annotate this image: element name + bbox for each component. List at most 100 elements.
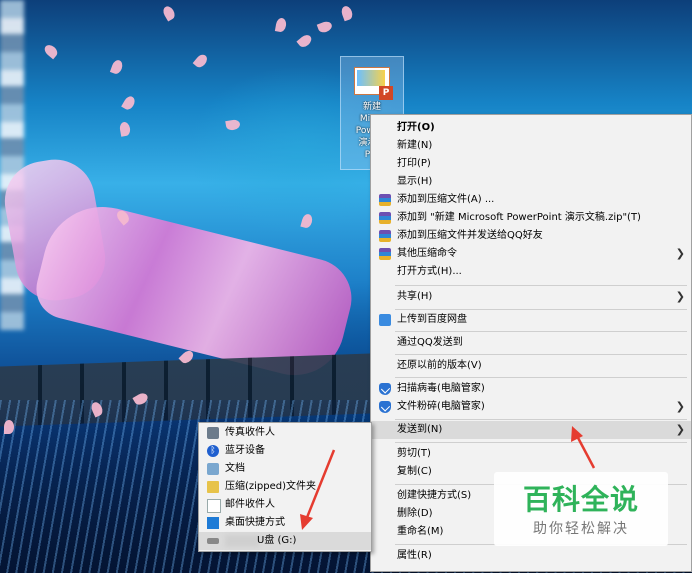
- menu-item-send-to[interactable]: 发送到(N) ❯: [371, 421, 691, 439]
- menu-item-label: 打开(O): [397, 122, 435, 133]
- petal-decoration: [316, 19, 334, 35]
- submenu-item-documents[interactable]: 文档: [199, 460, 371, 478]
- pc-manager-shield-icon: [379, 383, 391, 395]
- documents-icon: [207, 463, 219, 475]
- menu-item-label: 剪切(T): [397, 448, 431, 459]
- menu-item-restore-versions[interactable]: 还原以前的版本(V): [371, 357, 691, 375]
- submenu-item-desktop-shortcut[interactable]: 桌面快捷方式: [199, 514, 371, 532]
- menu-item-label: 扫描病毒(电脑管家): [397, 383, 485, 394]
- winrar-icon: [379, 194, 391, 206]
- powerpoint-file-icon: P: [354, 67, 393, 100]
- menu-item-add-to-archive[interactable]: 添加到压缩文件(A) ...: [371, 191, 691, 209]
- menu-item-scan-virus[interactable]: 扫描病毒(电脑管家): [371, 380, 691, 398]
- menu-item-label: 新建(N): [397, 140, 433, 151]
- red-arrow-annotation: [571, 426, 596, 469]
- petal-decoration: [192, 52, 210, 70]
- menu-item-open[interactable]: 打开(O): [371, 119, 691, 137]
- menu-item-label: 添加到压缩文件并发送给QQ好友: [397, 230, 543, 241]
- menu-item-other-compress[interactable]: 其他压缩命令 ❯: [371, 245, 691, 263]
- menu-item-label: 上传到百度网盘: [397, 314, 467, 325]
- chevron-right-icon: ❯: [675, 423, 685, 436]
- menu-separator: [395, 331, 687, 332]
- red-arrow-annotation: [300, 449, 336, 530]
- menu-item-label: 添加到压缩文件(A) ...: [397, 194, 495, 205]
- menu-item-share[interactable]: 共享(H) ❯: [371, 288, 691, 306]
- submenu-item-label: 桌面快捷方式: [225, 517, 285, 528]
- menu-separator: [395, 377, 687, 378]
- menu-item-file-shred[interactable]: 文件粉碎(电脑管家) ❯: [371, 398, 691, 416]
- menu-separator: [395, 285, 687, 286]
- menu-item-label: 复制(C): [397, 466, 432, 477]
- petal-decoration: [4, 420, 14, 434]
- menu-item-archive-send-qq[interactable]: 添加到压缩文件并发送给QQ好友: [371, 227, 691, 245]
- desktop-icon: [207, 517, 219, 529]
- menu-item-label: 添加到 "新建 Microsoft PowerPoint 演示文稿.zip"(T…: [397, 212, 641, 223]
- submenu-item-label: 邮件收件人: [225, 499, 275, 510]
- menu-item-label: 重命名(M): [397, 526, 444, 537]
- pc-manager-shield-icon: [379, 401, 391, 413]
- submenu-item-label: U盘 (G:): [257, 535, 297, 546]
- menu-separator: [395, 442, 687, 443]
- menu-item-label: 打印(P): [397, 158, 431, 169]
- petal-decoration: [274, 17, 288, 33]
- watermark-title: 百科全说: [522, 483, 639, 516]
- petal-decoration: [109, 58, 125, 76]
- menu-item-print[interactable]: 打印(P): [371, 155, 691, 173]
- petal-decoration: [118, 121, 132, 137]
- bluetooth-icon: ᛒ: [207, 445, 219, 457]
- submenu-item-label: 文档: [225, 463, 245, 474]
- menu-separator: [395, 419, 687, 420]
- menu-item-open-with[interactable]: 打开方式(H)...: [371, 263, 691, 281]
- menu-item-cut[interactable]: 剪切(T): [371, 445, 691, 463]
- petal-decoration: [296, 32, 314, 50]
- fax-icon: [207, 427, 219, 439]
- winrar-icon: [379, 230, 391, 242]
- menu-item-label: 共享(H): [397, 291, 433, 302]
- baidu-cloud-icon: [379, 314, 391, 326]
- menu-item-label: 显示(H): [397, 176, 433, 187]
- submenu-item-zip-folder[interactable]: 压缩(zipped)文件夹: [199, 478, 371, 496]
- submenu-item-mail[interactable]: 邮件收件人: [199, 496, 371, 514]
- menu-item-label: 删除(D): [397, 508, 433, 519]
- menu-item-new[interactable]: 新建(N): [371, 137, 691, 155]
- menu-item-label: 创建快捷方式(S): [397, 490, 472, 501]
- submenu-item-bluetooth[interactable]: ᛒ 蓝牙设备: [199, 442, 371, 460]
- menu-item-label: 其他压缩命令: [397, 248, 457, 259]
- petal-decoration: [339, 4, 355, 22]
- slide-thumbnail: [357, 70, 385, 86]
- mail-icon: [207, 499, 221, 513]
- menu-item-upload-baidu[interactable]: 上传到百度网盘: [371, 311, 691, 329]
- petal-decoration: [42, 42, 60, 60]
- winrar-icon: [379, 248, 391, 260]
- powerpoint-badge-icon: P: [379, 86, 393, 100]
- zip-folder-icon: [207, 481, 219, 493]
- usb-drive-icon: [207, 538, 219, 544]
- winrar-icon: [379, 212, 391, 224]
- blurred-drive-name: [225, 535, 259, 547]
- watermark-subtitle: 助你轻松解决: [533, 521, 629, 537]
- menu-item-add-to-zip[interactable]: 添加到 "新建 Microsoft PowerPoint 演示文稿.zip"(T…: [371, 209, 691, 227]
- menu-item-properties[interactable]: 属性(R): [371, 547, 691, 565]
- petal-decoration: [300, 212, 314, 230]
- watermark: 百科全说 助你轻松解决: [494, 472, 668, 546]
- submenu-item-label: 传真收件人: [225, 427, 275, 438]
- submenu-item-usb-drive[interactable]: U盘 (G:): [199, 532, 371, 550]
- menu-item-label: 文件粉碎(电脑管家): [397, 401, 485, 412]
- submenu-item-fax[interactable]: 传真收件人: [199, 424, 371, 442]
- send-to-submenu: 传真收件人 ᛒ 蓝牙设备 文档 压缩(zipped)文件夹 邮件收件人 桌面快捷方…: [198, 422, 372, 552]
- petal-decoration: [161, 4, 177, 22]
- menu-separator: [395, 354, 687, 355]
- menu-item-label: 打开方式(H)...: [397, 266, 462, 277]
- menu-item-send-via-qq[interactable]: 通过QQ发送到: [371, 334, 691, 352]
- menu-item-label: 还原以前的版本(V): [397, 360, 482, 371]
- chevron-right-icon: ❯: [675, 290, 685, 303]
- menu-item-label: 属性(R): [397, 550, 432, 561]
- menu-item-show[interactable]: 显示(H): [371, 173, 691, 191]
- chevron-right-icon: ❯: [675, 400, 685, 413]
- submenu-item-label: 蓝牙设备: [225, 445, 265, 456]
- chevron-right-icon: ❯: [675, 247, 685, 260]
- menu-item-label: 发送到(N): [397, 424, 443, 435]
- menu-separator: [395, 309, 687, 310]
- menu-item-label: 通过QQ发送到: [397, 337, 463, 348]
- petal-decoration: [121, 94, 137, 112]
